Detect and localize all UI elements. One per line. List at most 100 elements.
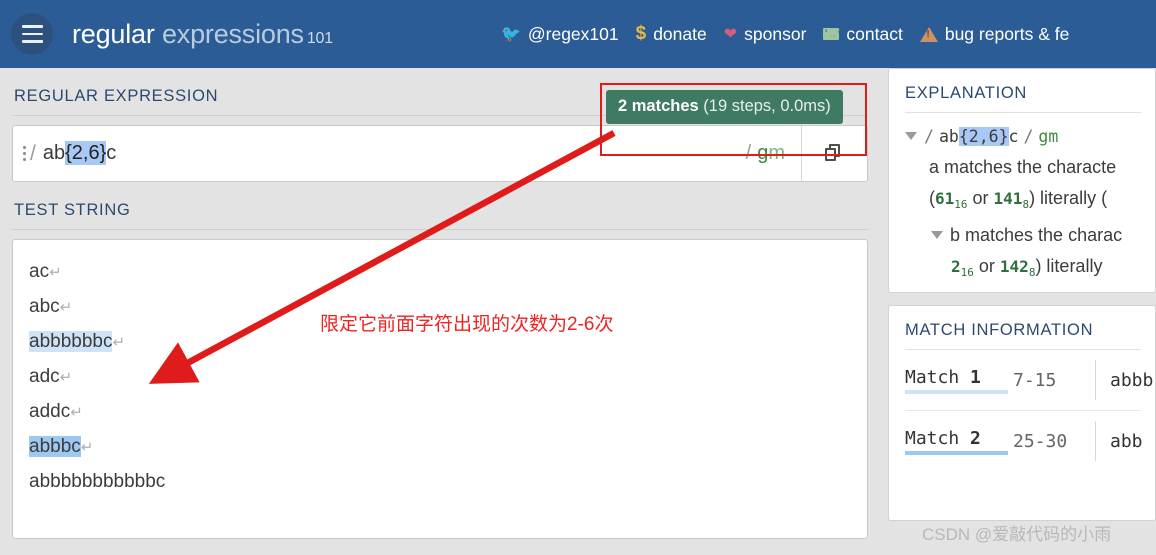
exp-pattern-after: c: [1008, 127, 1019, 146]
nav-label-twitter: @regex101: [527, 23, 619, 44]
nav-label-sponsor: sponsor: [744, 23, 807, 44]
test-string-label: TEST STRING: [14, 201, 131, 219]
hamburger-bar: [21, 25, 43, 28]
mail-icon: [823, 28, 840, 40]
dollar-icon: $: [635, 23, 647, 44]
regex-pattern[interactable]: ab{2,6}c: [42, 141, 117, 165]
newline-glyph: ↵: [49, 264, 62, 281]
regex-input-box[interactable]: / ab{2,6}c / gm: [12, 125, 868, 182]
exp-flags: gm: [1038, 127, 1059, 146]
hamburger-bar: [21, 40, 43, 43]
match-label: Match 2: [905, 428, 1013, 455]
match-index: 1: [970, 366, 981, 388]
exp-hex-a: 6116: [935, 189, 968, 212]
copy-icon: [824, 143, 845, 164]
explanation-line-a: a matches the characte: [929, 157, 1117, 177]
explanation-line-b-codes: 216 or 1428) literally: [889, 251, 1155, 288]
test-line-text: addc: [29, 401, 71, 422]
flag-multiline: m: [768, 142, 785, 164]
warning-icon: [919, 26, 938, 42]
test-line-text: abc: [29, 296, 60, 317]
explanation-pattern-row[interactable]: / ab{2,6}c / gm: [889, 113, 1155, 152]
nav-label-contact: contact: [846, 23, 903, 44]
exp-pattern-before: ab: [938, 127, 959, 146]
regex-pattern-after: c: [106, 142, 117, 164]
match-separator: [1095, 360, 1096, 400]
vertical-dots-icon[interactable]: [23, 144, 26, 163]
nav-label-bug-reports: bug reports & fe: [944, 23, 1070, 44]
test-line[interactable]: abbbc↵: [13, 429, 867, 464]
explanation-panel: EXPLANATION / ab{2,6}c / gm a matches th…: [888, 68, 1156, 293]
match-count: 2 matches: [618, 97, 699, 115]
exp-hex-b: 216: [951, 257, 974, 280]
match-underline: [905, 450, 1008, 455]
caret-down-icon[interactable]: [931, 231, 943, 240]
regex-right-controls: / gm: [746, 126, 867, 181]
explanation-line-b[interactable]: b matches the charac: [889, 220, 1155, 251]
nav-item-twitter[interactable]: 🐦 @regex101: [501, 24, 619, 45]
match-row[interactable]: Match 2 25-30 abb: [889, 411, 1155, 471]
site-logo[interactable]: regular expressions 101: [72, 19, 333, 50]
test-line-text: ac: [29, 261, 50, 282]
exp-pattern-highlight: {2,6}: [958, 127, 1009, 146]
brand-bold: regular: [72, 18, 155, 49]
caret-down-icon[interactable]: [905, 132, 917, 140]
newline-glyph: ↵: [59, 299, 73, 316]
exp-tail-b: ) literally: [1035, 256, 1103, 277]
test-line[interactable]: addc↵: [13, 394, 867, 429]
exp-or-b: or: [973, 256, 1000, 277]
match-count-badge: 2 matches (19 steps, 0.0ms): [606, 90, 843, 124]
match-value: abb: [1110, 430, 1143, 452]
match-label: Match 1: [905, 367, 1013, 394]
nav-item-contact[interactable]: contact: [823, 23, 903, 45]
explanation-line-a-codes: (6116 or 1418) literally (: [889, 183, 1155, 220]
match-information-title: MATCH INFORMATION: [905, 321, 1094, 339]
exp-oct-a: 1418: [993, 189, 1030, 212]
test-line-text-match: abbbbbbc: [29, 331, 113, 352]
copy-regex-button[interactable]: [801, 126, 867, 181]
nav-item-sponsor[interactable]: ❤ sponsor: [724, 24, 807, 45]
test-line-text: abbbbbbbbbbbc: [29, 471, 166, 492]
exp-or-a: or: [967, 188, 994, 208]
test-divider: [12, 229, 868, 230]
brand-number: 101: [306, 29, 333, 47]
newline-glyph: ↵: [59, 369, 73, 386]
dot: [23, 158, 26, 162]
test-line-text: adc: [29, 366, 60, 387]
match-range: 25-30: [1013, 430, 1068, 452]
match-label-text: Match: [905, 427, 960, 449]
hamburger-menu-icon[interactable]: [11, 13, 53, 55]
newline-glyph: ↵: [112, 334, 126, 351]
match-row[interactable]: Match 1 7-15 abbb: [889, 350, 1155, 410]
match-detail: (19 steps, 0.0ms): [698, 97, 831, 115]
hamburger-bar: [21, 32, 43, 36]
exp-slash-open: /: [924, 127, 934, 146]
newline-glyph: ↵: [70, 404, 83, 421]
match-value: abbb: [1110, 369, 1154, 391]
nav-label-donate: donate: [653, 23, 707, 44]
dot: [23, 152, 26, 155]
regex-pattern-before: ab: [42, 142, 66, 164]
test-line[interactable]: ac↵: [13, 254, 867, 289]
exp-oct-b: 1428: [999, 257, 1036, 280]
exp-line-b-text: b matches the charac: [950, 225, 1123, 246]
test-line[interactable]: adc↵: [13, 359, 867, 394]
regex-pattern-highlight: {2,6}: [65, 141, 107, 165]
test-line[interactable]: abbbbbbbbbbbc: [13, 464, 867, 499]
regex-open-delimiter: /: [30, 141, 36, 165]
match-range: 7-15: [1013, 369, 1057, 391]
test-string-editor[interactable]: ac↵ abc↵ abbbbbbc↵ adc↵ addc↵ abbbc↵ abb…: [12, 239, 868, 539]
regex-flags[interactable]: / gm: [746, 142, 801, 165]
match-underline: [905, 389, 1008, 394]
nav-item-bug-reports[interactable]: bug reports & fe: [919, 23, 1070, 45]
heart-icon: ❤: [723, 26, 738, 43]
match-separator: [1095, 421, 1096, 461]
test-line-text-match: abbbc: [29, 436, 81, 457]
brand-light: expressions: [161, 18, 304, 49]
match-information-panel: MATCH INFORMATION Match 1 7-15 abbb Matc…: [888, 305, 1156, 521]
newline-glyph: ↵: [80, 439, 94, 456]
match-index: 2: [970, 427, 981, 449]
nav-item-donate[interactable]: $ donate: [636, 23, 707, 45]
dot: [23, 145, 26, 149]
match-label-text: Match: [905, 366, 960, 388]
